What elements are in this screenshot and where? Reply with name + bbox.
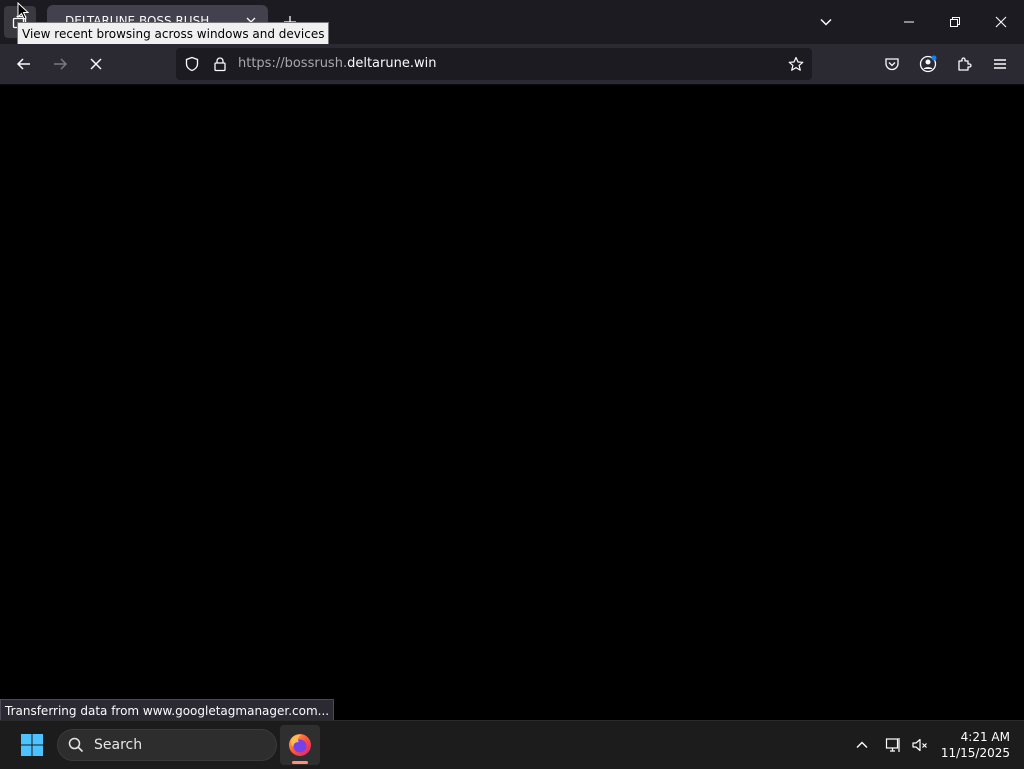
puzzle-icon [958, 57, 972, 71]
shield-icon [185, 56, 199, 72]
star-icon [788, 56, 804, 71]
network-status-button[interactable] [882, 733, 906, 757]
address-bar[interactable]: https://bossrush.deltarune.win [176, 48, 812, 80]
url-text: https://bossrush.deltarune.win [238, 56, 436, 71]
stop-icon [90, 58, 102, 70]
minimize-icon [904, 21, 914, 23]
list-all-tabs-button[interactable] [812, 8, 840, 36]
chevron-up-icon [856, 741, 868, 748]
restore-button[interactable] [932, 0, 978, 44]
search-icon [68, 737, 84, 753]
network-icon [885, 738, 900, 752]
system-clock[interactable]: 4:21 AM 11/15/2025 [938, 729, 1010, 761]
windows-logo-icon [21, 734, 43, 756]
volume-button[interactable] [908, 733, 932, 757]
speaker-muted-icon [912, 738, 927, 752]
url-prefix: https://bossrush. [238, 56, 348, 71]
firefox-icon [289, 734, 311, 756]
hamburger-menu-icon [994, 59, 1006, 69]
page-content[interactable] [0, 85, 1024, 720]
back-button[interactable] [10, 50, 38, 78]
running-app-indicator [292, 761, 308, 764]
pocket-button[interactable] [878, 50, 906, 78]
chevron-down-icon [820, 18, 832, 26]
start-button[interactable] [16, 729, 48, 761]
taskbar-firefox-button[interactable] [280, 725, 320, 765]
pocket-icon [885, 58, 899, 71]
url-domain: deltarune.win [347, 56, 437, 71]
stop-button[interactable] [82, 50, 110, 78]
tracking-protection-button[interactable] [184, 56, 200, 72]
arrow-left-icon [16, 58, 30, 70]
navigation-toolbar: https://bossrush.deltarune.win [0, 44, 1024, 85]
restore-icon [950, 17, 960, 27]
clock-time: 4:21 AM [960, 730, 1010, 744]
arrow-right-icon [54, 58, 68, 70]
site-info-button[interactable] [212, 56, 228, 72]
mouse-cursor-icon [17, 2, 29, 20]
taskbar-search[interactable]: Search [57, 729, 277, 761]
close-window-button[interactable] [978, 0, 1024, 44]
lock-icon [214, 57, 226, 72]
bookmark-button[interactable] [788, 56, 804, 72]
app-menu-button[interactable] [986, 50, 1014, 78]
close-icon [995, 16, 1007, 28]
extensions-button[interactable] [950, 50, 978, 78]
taskbar: Search 4:21 AM 11/15/2025 [0, 720, 1024, 769]
tooltip: View recent browsing across windows and … [17, 22, 330, 46]
search-placeholder: Search [94, 737, 143, 753]
account-button[interactable] [914, 50, 942, 78]
forward-button[interactable] [46, 50, 74, 78]
clock-date: 11/15/2025 [940, 746, 1010, 760]
minimize-button[interactable] [886, 0, 932, 44]
account-icon [919, 55, 937, 73]
show-hidden-icons-button[interactable] [850, 733, 874, 757]
